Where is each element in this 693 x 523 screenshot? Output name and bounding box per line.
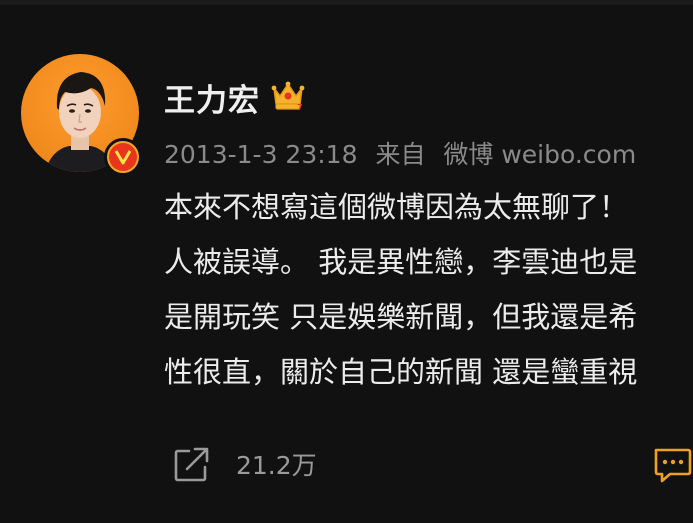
username[interactable]: 王力宏 <box>164 75 260 120</box>
share-button[interactable]: 21.2万 <box>172 444 317 484</box>
top-divider <box>0 0 693 5</box>
content-line: 本來不想寫這個微博因為太無聊了！ <box>164 190 629 224</box>
content-line: 性很直，關於自己的新聞 還是蠻重視 <box>164 355 638 389</box>
content-line: 是開玩笑 只是娛樂新聞，但我還是希 <box>164 300 638 334</box>
svg-text:7: 7 <box>297 103 303 112</box>
source-prefix: 来自 <box>375 140 426 169</box>
crown-icon[interactable]: 7 <box>270 78 306 112</box>
weibo-post-screen: 王力宏 7 2013-1-3 23:18 来自 微博 weibo.com 本來不… <box>0 0 693 523</box>
verified-badge-icon <box>104 138 142 176</box>
comment-icon[interactable] <box>652 446 692 484</box>
content-line: 人被誤導。 我是異性戀，李雲迪也是 <box>164 245 638 279</box>
action-bar: 21.2万 <box>0 440 693 490</box>
timestamp: 2013-1-3 23:18 <box>164 140 358 169</box>
post-content[interactable]: 本來不想寫這個微博因為太無聊了！ 人被誤導。 我是異性戀，李雲迪也是 是開玩笑 … <box>164 180 693 400</box>
source-label[interactable]: 微博 weibo.com <box>443 140 636 169</box>
share-count: 21.2万 <box>236 451 317 480</box>
post-meta: 2013-1-3 23:18 来自 微博 weibo.com <box>164 135 646 171</box>
share-icon <box>174 447 209 482</box>
